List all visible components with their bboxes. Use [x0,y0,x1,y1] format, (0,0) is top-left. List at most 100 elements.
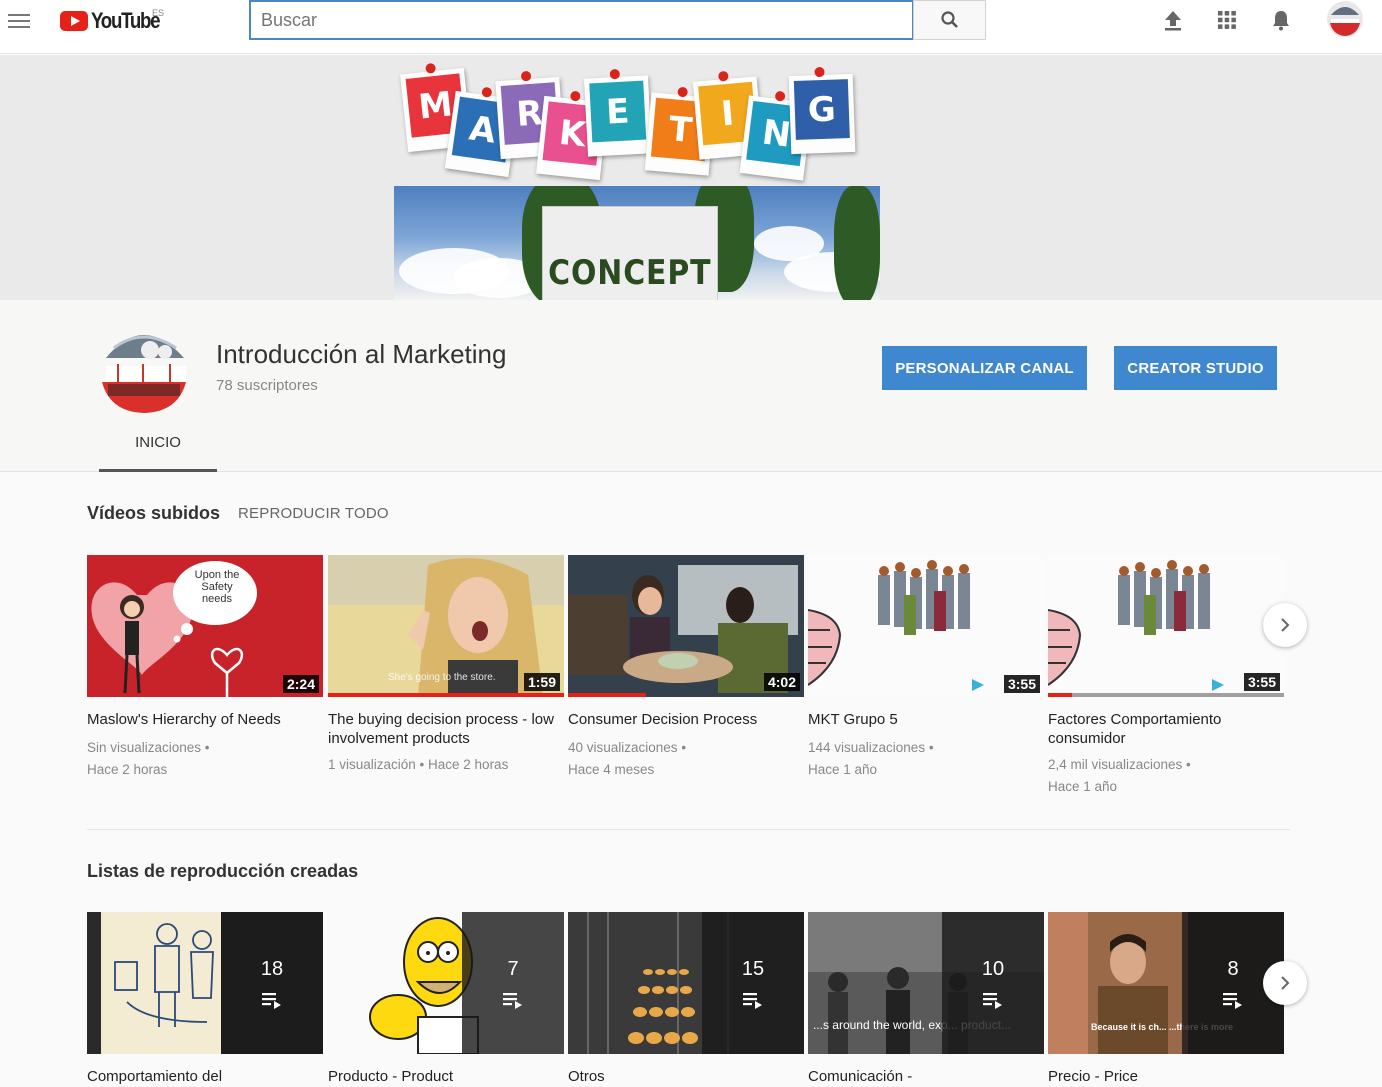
youtube-logo[interactable]: YouTube ES [60,8,171,34]
playlist-card[interactable]: Because it is ch... ...there is more 8 P… [1048,912,1284,1086]
video-duration: 1:59 [523,673,560,691]
creator-studio-button[interactable]: CREATOR STUDIO [1114,346,1277,390]
playlist-card[interactable]: 7 Producto - Product [328,912,564,1086]
video-duration: 3:55 [1243,673,1280,691]
playlist-thumbnail[interactable]: ...s around the world, exp... product...… [808,912,1044,1054]
watch-progress-track [1048,693,1284,697]
pin-icon [481,86,493,98]
playlist-video-count: 18 [260,957,284,980]
concept-text: CONCEPT [548,253,712,293]
search-button[interactable] [913,0,986,40]
thumbnail-caption: Upon the Safety needs [194,569,240,605]
pin-icon [814,66,825,78]
playlist-card[interactable]: ...s around the world, exp... product...… [808,912,1044,1086]
playlist-video-count: 8 [1227,957,1239,980]
playlist-title[interactable]: Producto - Product [328,1067,564,1086]
marketing-polaroids: MARKETING [400,62,870,181]
channel-banner: MARKETING CONCEPT [0,55,1382,300]
region-label: ES [152,8,165,18]
search-input[interactable] [251,2,912,38]
pin-icon [569,90,581,102]
playlist-thumbnail[interactable]: 15 [568,912,804,1054]
play-all-link[interactable]: REPRODUCIR TODO [238,505,389,522]
playlist-video-count: 10 [981,957,1005,980]
next-playlists-button[interactable] [1263,961,1307,1005]
polaroid-letter-text: G [793,79,850,140]
video-meta: 2,4 mil visualizaciones • Hace 1 año [1048,757,1191,794]
playlist-count-overlay: 15 [702,912,804,1054]
video-title[interactable]: Consumer Decision Process [568,710,804,729]
playlist-count-overlay: 18 [221,912,323,1054]
top-bar: YouTube ES [0,0,1382,54]
playlist-title[interactable]: Comportamiento del [87,1067,323,1086]
youtube-play-icon [60,11,88,31]
pin-icon [717,70,729,82]
polaroid-letter: E [584,68,652,157]
menu-icon[interactable] [8,10,30,30]
pin-icon [774,90,786,102]
tab-home[interactable]: INICIO [99,424,217,472]
section-divider [87,829,1290,830]
pin-icon [609,68,621,80]
playlist-title[interactable]: Precio - Price [1048,1067,1284,1086]
playlist-title[interactable]: Otros [568,1067,804,1086]
video-duration: 4:02 [763,673,800,691]
uploads-section-title[interactable]: Vídeos subidos [87,503,220,524]
playlist-count-overlay: 10 [942,912,1044,1054]
video-thumbnail[interactable]: 3:55 [1048,555,1284,697]
customize-channel-button[interactable]: PERSONALIZAR CANAL [882,346,1087,390]
video-title[interactable]: Factores Comportamiento consumidor [1048,710,1284,748]
channel-header: Introducción al Marketing 78 suscriptore… [0,300,1382,472]
playlist-thumbnail[interactable]: Because it is ch... ...there is more 8 [1048,912,1284,1054]
playlist-icon [1223,992,1242,1009]
logo-wordmark: YouTube [91,8,161,33]
video-thumbnail[interactable]: 4:02 [568,555,804,697]
playlist-icon [262,992,281,1009]
search-icon [940,11,958,28]
watch-progress [328,693,564,697]
watch-progress [568,693,646,697]
channel-avatar[interactable] [98,318,188,414]
upload-icon[interactable] [1161,8,1185,32]
pin-icon [677,86,689,98]
playlist-count-overlay: 7 [462,912,564,1054]
video-card[interactable]: 4:02 Consumer Decision Process 40 visual… [568,555,804,781]
chevron-right-icon [1281,618,1290,632]
watch-progress [1048,693,1072,697]
next-videos-button[interactable] [1263,603,1307,647]
video-thumbnail[interactable]: Upon the Safety needs 2:24 [87,555,323,697]
polaroid-letter-text: E [589,80,647,143]
playlists-section-title[interactable]: Listas de reproducción creadas [87,861,358,882]
playlist-card[interactable]: 18 Comportamiento del [87,912,323,1086]
playlist-thumbnail[interactable]: 7 [328,912,564,1054]
video-thumbnail[interactable]: She's going to the store. 1:59 [328,555,564,697]
video-card[interactable]: Upon the Safety needs 2:24 Maslow's Hier… [87,555,323,781]
subscriber-count: 78 suscriptores [216,377,318,394]
notifications-icon[interactable] [1269,8,1293,32]
video-meta: 144 visualizaciones • Hace 1 año [808,740,934,777]
chevron-right-icon [1281,976,1290,990]
playlist-video-count: 15 [741,957,765,980]
pin-icon [425,62,437,74]
playlist-video-count: 7 [507,957,519,980]
thumbnail-caption: She's going to the store. [388,672,496,683]
video-thumbnail[interactable]: 3:55 [808,555,1044,697]
video-title[interactable]: Maslow's Hierarchy of Needs [87,710,323,729]
search-box [249,0,914,40]
playlist-icon [743,992,762,1009]
video-card[interactable]: 3:55 MKT Grupo 5 144 visualizaciones • H… [808,555,1044,781]
playlist-card[interactable]: 15 Otros [568,912,804,1086]
video-title[interactable]: MKT Grupo 5 [808,710,1044,729]
video-card[interactable]: She's going to the store. 1:59 The buyin… [328,555,564,776]
video-title[interactable]: The buying decision process - low involv… [328,710,564,748]
account-avatar[interactable] [1327,1,1363,37]
playlist-title[interactable]: Comunicación - [808,1067,1044,1086]
video-meta: 1 visualización • Hace 2 horas [328,757,509,772]
video-duration: 3:55 [1003,675,1040,693]
video-card[interactable]: 3:55 Factores Comportamiento consumidor … [1048,555,1284,798]
video-duration: 2:24 [282,675,319,693]
playlist-icon [503,992,522,1009]
playlist-thumbnail[interactable]: 18 [87,912,323,1054]
apps-icon[interactable] [1215,8,1239,32]
concept-banner-image: CONCEPT [394,186,880,300]
